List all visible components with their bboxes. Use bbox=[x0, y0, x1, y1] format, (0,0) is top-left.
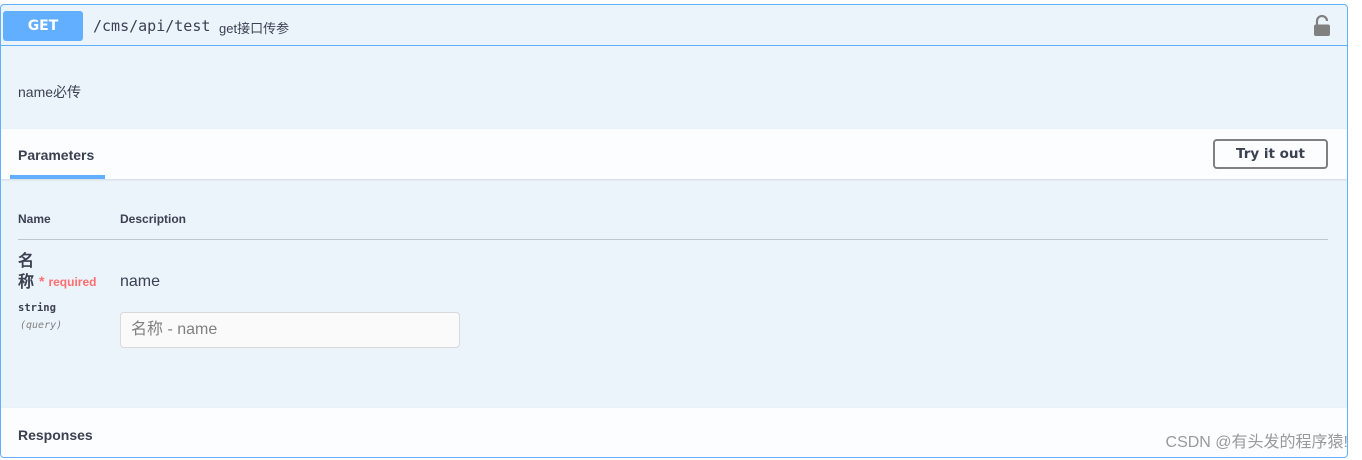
operation-summary[interactable]: GET /cms/api/test get接口传参 bbox=[1, 5, 1347, 46]
operation-summary-text: get接口传参 bbox=[219, 21, 290, 36]
responses-label: Responses bbox=[18, 427, 93, 443]
operation-path: /cms/api/test bbox=[93, 17, 211, 35]
tab-parameters-label: Parameters bbox=[18, 147, 95, 163]
parameters-section-header: Parameters Try it out bbox=[1, 129, 1347, 179]
column-header-name: Name bbox=[18, 212, 51, 226]
parameter-description: name bbox=[120, 273, 161, 290]
responses-section-header: Responses bbox=[1, 408, 1347, 457]
parameter-location: (query) bbox=[20, 320, 63, 331]
table-divider bbox=[18, 239, 1328, 240]
required-label: required bbox=[48, 275, 97, 289]
required-asterisk: * bbox=[39, 273, 45, 289]
watermark: CSDN @有头发的程序猿! bbox=[1165, 434, 1348, 451]
required-indicator: * required bbox=[39, 273, 96, 289]
column-header-description: Description bbox=[120, 212, 187, 226]
parameter-name-input[interactable] bbox=[120, 312, 460, 348]
operation-block: GET /cms/api/test get接口传参 name必传 Paramet… bbox=[0, 4, 1348, 458]
method-badge: GET bbox=[3, 11, 83, 41]
operation-description: name必传 bbox=[18, 84, 82, 100]
tab-parameters[interactable]: Parameters bbox=[10, 129, 105, 179]
lock-icon[interactable] bbox=[1313, 15, 1331, 37]
parameter-type: string bbox=[18, 302, 56, 314]
try-it-out-button[interactable]: Try it out bbox=[1213, 139, 1328, 169]
